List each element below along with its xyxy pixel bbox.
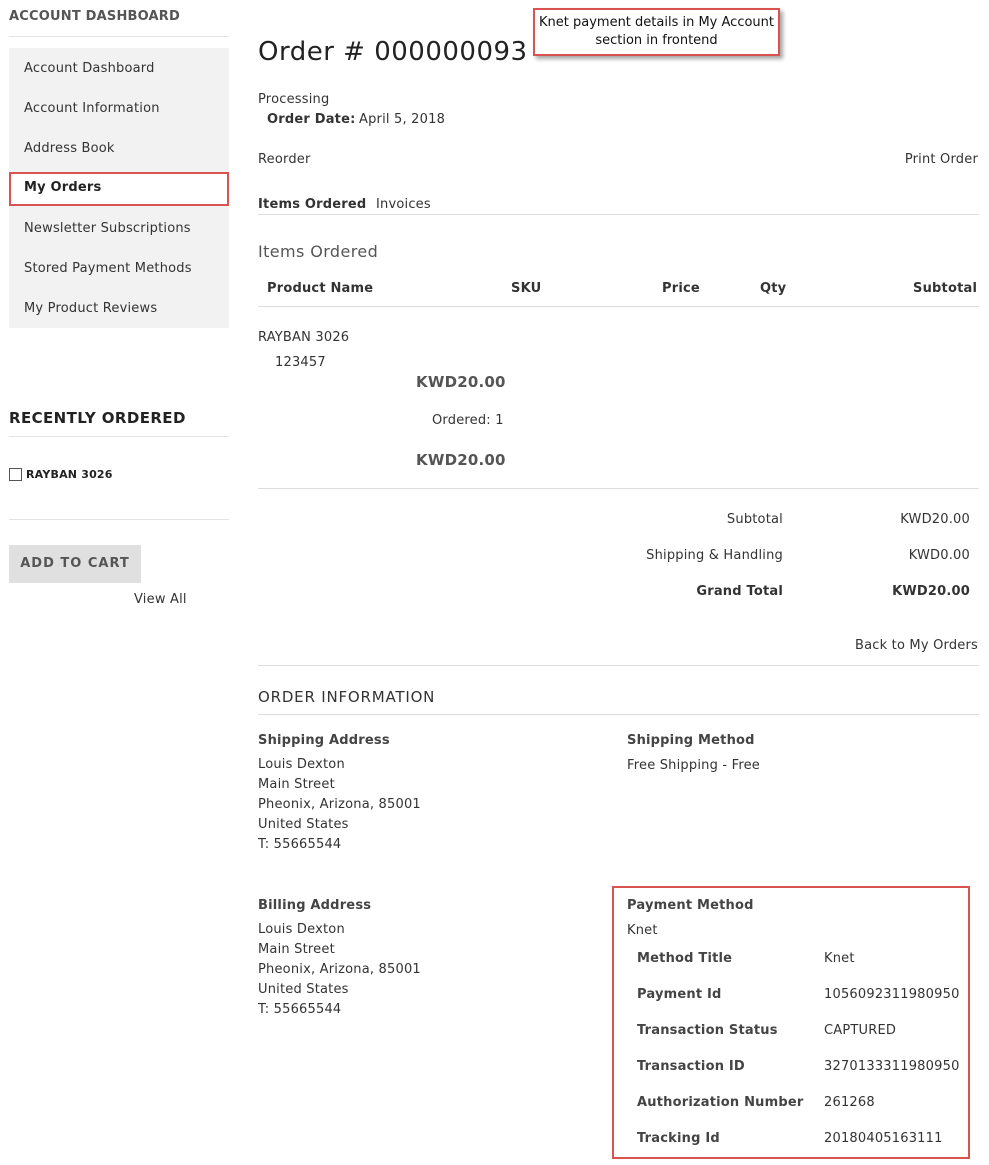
totals-subtotal-value: KWD20.00 — [900, 512, 970, 527]
tab-items-ordered[interactable]: Items Ordered — [258, 197, 366, 212]
shipping-address-line: Pheonix, Arizona, 85001 — [258, 797, 421, 812]
billing-address-line: Pheonix, Arizona, 85001 — [258, 962, 421, 977]
payment-method-value: Knet — [627, 923, 658, 938]
payment-row-value: 261268 — [824, 1095, 875, 1110]
billing-address-line: Louis Dexton — [258, 922, 345, 937]
payment-row-label: Transaction ID — [637, 1059, 745, 1074]
shipping-method-value: Free Shipping - Free — [627, 758, 760, 773]
billing-address-title: Billing Address — [258, 898, 372, 913]
col-subtotal: Subtotal — [913, 281, 978, 296]
payment-row-label: Method Title — [637, 951, 733, 966]
totals-shipping-label: Shipping & Handling — [646, 548, 783, 563]
annotation-callout: Knet payment details in My Account secti… — [533, 8, 780, 56]
shipping-address-line: Louis Dexton — [258, 757, 345, 772]
col-price: Price — [662, 281, 700, 296]
item-price: KWD20.00 — [416, 373, 506, 391]
order-status: Processing — [258, 92, 330, 107]
sidebar-divider — [9, 36, 229, 37]
totals-shipping-value: KWD0.00 — [908, 548, 970, 563]
payment-row-value: 20180405163111 — [824, 1131, 943, 1146]
payment-row-value: 3270133311980950 — [824, 1059, 960, 1074]
shipping-address: Louis Dexton Main Street Pheonix, Arizon… — [258, 755, 421, 855]
payment-row-label: Authorization Number — [637, 1095, 804, 1110]
shipping-address-line: Main Street — [258, 777, 335, 792]
order-date-label: Order Date: — [267, 112, 356, 127]
payment-method-title: Payment Method — [627, 898, 754, 913]
tabs-divider — [258, 214, 979, 215]
totals-grand-label: Grand Total — [696, 584, 783, 599]
payment-row-label: Transaction Status — [637, 1023, 778, 1038]
billing-address-line: United States — [258, 982, 349, 997]
item-subtotal: KWD20.00 — [416, 451, 506, 469]
callout-line-1: Knet payment details in My Account — [539, 15, 774, 30]
table-header-divider — [258, 306, 979, 307]
info-divider — [258, 714, 979, 715]
billing-address-line: Main Street — [258, 942, 335, 957]
sidebar-item-account-information[interactable]: Account Information — [24, 101, 160, 116]
sidebar-title: ACCOUNT DASHBOARD — [9, 9, 180, 24]
totals-subtotal-label: Subtotal — [726, 512, 783, 527]
add-to-cart-button[interactable]: ADD TO CART — [9, 545, 141, 583]
items-divider — [258, 488, 979, 489]
reorder-link[interactable]: Reorder — [258, 152, 311, 167]
col-qty: Qty — [760, 281, 787, 296]
shipping-address-line: T: 55665544 — [258, 837, 342, 852]
payment-row-value: CAPTURED — [824, 1023, 897, 1038]
sidebar-item-account-dashboard[interactable]: Account Dashboard — [24, 61, 155, 76]
payment-row-value: 1056092311980950 — [824, 987, 960, 1002]
payment-row-label: Payment Id — [637, 987, 722, 1002]
shipping-address-title: Shipping Address — [258, 733, 390, 748]
recent-item-checkbox[interactable] — [9, 468, 22, 481]
order-date-value: April 5, 2018 — [359, 112, 446, 127]
shipping-method-title: Shipping Method — [627, 733, 755, 748]
recently-ordered-title: RECENTLY ORDERED — [9, 409, 186, 427]
recent-item-label: RAYBAN 3026 — [26, 468, 113, 481]
info-divider-top — [258, 665, 979, 666]
payment-row-label: Tracking Id — [637, 1131, 720, 1146]
recent-divider-bottom — [9, 519, 229, 520]
items-ordered-title: Items Ordered — [258, 242, 379, 261]
page-title: Order # 000000093 — [258, 37, 528, 67]
billing-address-line: T: 55665544 — [258, 1002, 342, 1017]
recent-divider — [9, 436, 229, 437]
col-product-name: Product Name — [267, 281, 374, 296]
print-order-link[interactable]: Print Order — [905, 152, 978, 167]
sidebar-item-stored-payment[interactable]: Stored Payment Methods — [24, 261, 192, 276]
totals-grand-value: KWD20.00 — [892, 584, 970, 599]
shipping-address-line: United States — [258, 817, 349, 832]
payment-row-value: Knet — [824, 951, 855, 966]
item-sku: 123457 — [275, 355, 326, 370]
billing-address: Louis Dexton Main Street Pheonix, Arizon… — [258, 920, 421, 1020]
tab-invoices[interactable]: Invoices — [376, 197, 431, 212]
sidebar-item-address-book[interactable]: Address Book — [24, 141, 115, 156]
sidebar-item-newsletter[interactable]: Newsletter Subscriptions — [24, 221, 191, 236]
order-information-title: ORDER INFORMATION — [258, 688, 436, 706]
item-name: RAYBAN 3026 — [258, 330, 350, 345]
item-qty: Ordered: 1 — [432, 413, 504, 428]
callout-line-2: section in frontend — [595, 33, 718, 48]
sidebar-item-my-orders[interactable]: My Orders — [24, 180, 101, 195]
col-sku: SKU — [511, 281, 542, 296]
back-to-orders-link[interactable]: Back to My Orders — [855, 638, 978, 653]
sidebar-item-product-reviews[interactable]: My Product Reviews — [24, 301, 157, 316]
view-all-link[interactable]: View All — [134, 592, 187, 607]
